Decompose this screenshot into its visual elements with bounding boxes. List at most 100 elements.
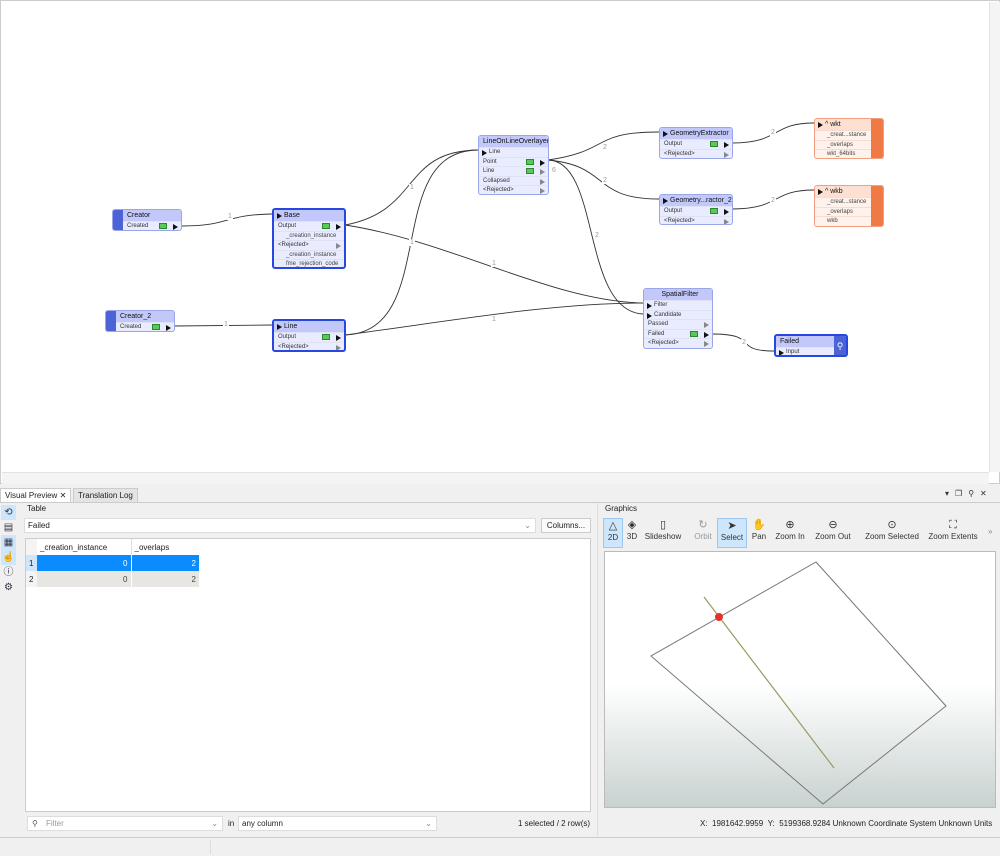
- zoom-in-button[interactable]: ⊕ Zoom In: [772, 518, 808, 548]
- node-title: Base: [274, 210, 344, 221]
- coordinate-bar: X: 1981642.9959 Y: 5199368.9284 Unknown …: [700, 819, 992, 828]
- writer-wkt[interactable]: ^ wkt _creat...stance _overlaps wkt_64bi…: [814, 118, 884, 159]
- node-lineonlineoverlayer[interactable]: LineOnLineOverlayer Line Point Line Coll…: [478, 135, 549, 195]
- column-header[interactable]: _creation_instance: [37, 539, 132, 555]
- panel-controls[interactable]: ▾❐⚲✕: [945, 489, 993, 498]
- pin-icon[interactable]: ⚲: [968, 489, 980, 498]
- port-label: Line: [483, 168, 495, 175]
- attribute: _creation_instance: [274, 249, 344, 260]
- close-icon[interactable]: ✕: [60, 491, 67, 500]
- node-title: Geometry...ractor_2: [660, 195, 732, 206]
- node-spatialfilter[interactable]: SpatialFilter Filter Candidate Passed Fa…: [643, 288, 713, 349]
- button-label: Select: [720, 533, 744, 542]
- node-creator-2[interactable]: Creator_2 Created: [105, 310, 175, 332]
- node-geometryextractor-2[interactable]: Geometry...ractor_2 Output <Rejected>: [659, 194, 733, 225]
- node-title: Creator_2: [116, 311, 174, 322]
- graphics-view[interactable]: [604, 551, 996, 808]
- feature-type-select[interactable]: Failed ⌄: [24, 518, 536, 533]
- line-feature: [703, 596, 835, 769]
- port-output[interactable]: Output: [660, 206, 732, 216]
- tab-visual-preview[interactable]: Visual Preview ✕: [0, 488, 72, 502]
- overflow-icon[interactable]: »: [988, 527, 992, 536]
- port-line-in[interactable]: Line: [479, 147, 548, 157]
- port-collapsed[interactable]: Collapsed: [479, 175, 548, 186]
- link-count: 1: [223, 321, 229, 328]
- port-label: Collapsed: [483, 177, 510, 184]
- link-count: 2: [770, 197, 776, 204]
- y-label: Y:: [767, 819, 775, 828]
- port-line-out[interactable]: Line: [479, 166, 548, 176]
- cell[interactable]: 0: [37, 571, 132, 587]
- pan-button[interactable]: ✋ Pan: [750, 518, 768, 548]
- float-icon[interactable]: ❐: [955, 489, 968, 498]
- attribute: _creat...stance: [815, 197, 871, 207]
- select-mode-icon[interactable]: ⟲: [1, 505, 16, 520]
- column-select[interactable]: any column ⌄: [238, 816, 437, 831]
- port-rejected[interactable]: <Rejected>: [274, 341, 344, 350]
- vertical-scrollbar[interactable]: [989, 2, 1000, 472]
- pointer-icon[interactable]: ☝: [1, 550, 16, 565]
- node-geometryextractor[interactable]: GeometryExtractor Output <Rejected>: [659, 127, 733, 159]
- port-label: <Rejected>: [483, 187, 514, 194]
- slideshow-button[interactable]: ▯ Slideshow: [643, 518, 683, 548]
- x-value: 1981642.9959: [712, 819, 764, 828]
- orbit-button[interactable]: ↻ Orbit: [692, 518, 714, 548]
- port-passed[interactable]: Passed: [644, 319, 712, 329]
- workspace-canvas[interactable]: 1 1 1 1 2 2 6 2 1 1 2 2 2 Creator Create…: [0, 0, 1000, 484]
- zoom-extents-button[interactable]: ⛶ Zoom Extents: [926, 518, 980, 548]
- columns-button[interactable]: Columns...: [541, 518, 591, 533]
- zoom-out-icon: ⊖: [828, 519, 838, 531]
- x-label: X:: [700, 819, 708, 828]
- inspector-failed[interactable]: ⚲ Failed Input: [774, 334, 848, 357]
- settings-icon[interactable]: ⚙: [1, 580, 16, 595]
- port-input[interactable]: Input: [776, 347, 834, 355]
- cell[interactable]: 2: [131, 555, 199, 571]
- link-count: 6: [551, 167, 557, 174]
- info-icon[interactable]: ⓘ: [1, 565, 16, 580]
- zoom-out-button[interactable]: ⊖ Zoom Out: [813, 518, 853, 548]
- creator-icon: [113, 210, 123, 230]
- port-label: Passed: [648, 321, 669, 328]
- port-created[interactable]: Created: [116, 322, 174, 331]
- table-view[interactable]: _creation_instance _overlaps 102 202: [25, 538, 591, 812]
- close-icon[interactable]: ✕: [980, 489, 993, 498]
- port-rejected[interactable]: <Rejected>: [660, 148, 732, 158]
- port-rejected[interactable]: <Rejected>: [644, 338, 712, 348]
- select-button[interactable]: ➤ Select: [717, 518, 747, 548]
- port-label: Candidate: [654, 311, 682, 318]
- port-rejected[interactable]: <Rejected>: [660, 215, 732, 224]
- table-row[interactable]: 202: [26, 571, 199, 587]
- node-base[interactable]: Base Output _creation_instance <Rejected…: [272, 208, 346, 269]
- port-filter[interactable]: Filter: [644, 300, 712, 310]
- table-icon[interactable]: ▦: [1, 535, 16, 550]
- node-line[interactable]: Line Output <Rejected>: [272, 319, 346, 352]
- horizontal-scrollbar[interactable]: [2, 472, 989, 484]
- port-rejected[interactable]: <Rejected>: [274, 240, 344, 250]
- dropdown-icon[interactable]: ▾: [945, 489, 955, 498]
- port-label: Point: [483, 158, 497, 165]
- column-header[interactable]: _overlaps: [131, 539, 199, 555]
- splitter[interactable]: [597, 503, 598, 836]
- table-row[interactable]: 102: [26, 555, 199, 571]
- node-creator[interactable]: Creator Created: [112, 209, 182, 231]
- port-output[interactable]: Output: [660, 139, 732, 149]
- port-candidate[interactable]: Candidate: [644, 309, 712, 320]
- port-point[interactable]: Point: [479, 156, 548, 167]
- zoom-selected-button[interactable]: ⊙ Zoom Selected: [863, 518, 921, 548]
- 2d-button[interactable]: △ 2D: [603, 518, 623, 548]
- port-label: Created: [127, 223, 149, 229]
- port-created[interactable]: Created: [123, 221, 181, 230]
- tab-translation-log[interactable]: Translation Log: [73, 488, 138, 502]
- 3d-button[interactable]: ◈ 3D: [624, 518, 640, 548]
- divider: [0, 502, 1000, 503]
- port-output[interactable]: Output: [274, 332, 344, 342]
- cell[interactable]: 2: [131, 571, 199, 587]
- filter-input[interactable]: ⚲ Filter ⌄: [27, 816, 223, 831]
- port-output[interactable]: Output: [274, 221, 344, 231]
- writer-wkb[interactable]: ^ wkb _creat...stance _overlaps wkb: [814, 185, 884, 227]
- cell[interactable]: 0: [37, 555, 132, 571]
- layout-icon[interactable]: ▤: [1, 520, 16, 535]
- button-label: Orbit: [694, 532, 712, 541]
- port-rejected[interactable]: <Rejected>: [479, 185, 548, 194]
- port-failed[interactable]: Failed: [644, 328, 712, 339]
